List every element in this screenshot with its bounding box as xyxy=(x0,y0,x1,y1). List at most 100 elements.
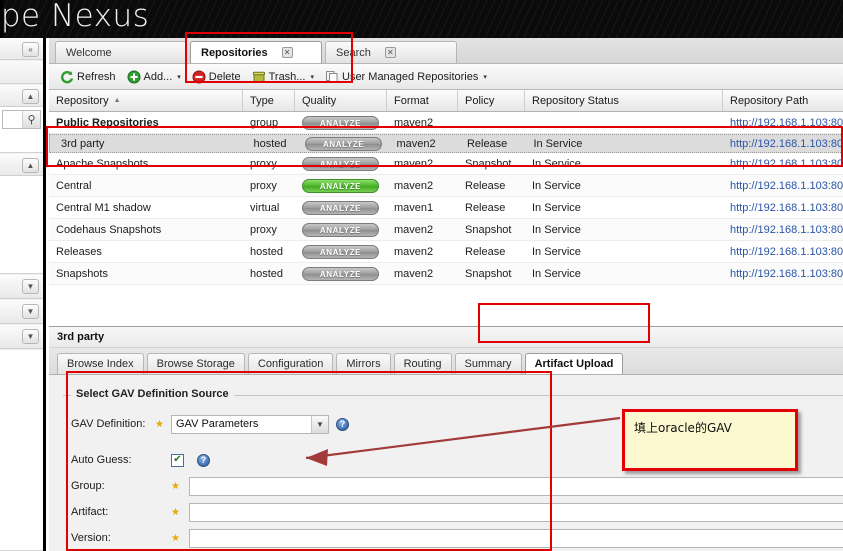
table-row[interactable]: 3rd party hosted ANALYZE maven2 Release In Se… xyxy=(49,134,843,153)
sidebar-panel-five-body xyxy=(0,350,43,551)
cell-status: In Service xyxy=(532,223,581,236)
cell-policy: Release xyxy=(465,201,506,214)
column-header-repository[interactable]: Repository ▲ xyxy=(49,90,243,111)
sidebar-panel-five[interactable]: ▼ xyxy=(0,325,43,349)
subtab-label: Browse Storage xyxy=(156,358,235,370)
left-sidebar: « ▲ ⚲ ▲ ▼ ▼ ▼ xyxy=(0,38,46,551)
cell-status: In Service xyxy=(532,201,581,214)
cell-format: maven2 xyxy=(394,116,434,129)
subtab-label: Summary xyxy=(464,358,512,370)
analyze-button[interactable]: ANALYZE xyxy=(302,244,379,259)
subtab-browse-storage[interactable]: Browse Storage xyxy=(146,353,245,374)
table-row[interactable]: Apache Snapshots proxy ANALYZE maven2 Snapsh… xyxy=(49,153,843,175)
analyze-button[interactable]: ANALYZE xyxy=(302,266,379,281)
table-row[interactable]: Central M1 shadow virtual ANALYZE maven1 Rel… xyxy=(49,197,843,219)
table-row[interactable]: Releases hosted ANALYZE maven2 Release In Ser… xyxy=(49,241,843,263)
table-row[interactable]: Codehaus Snapshots proxy ANALYZE maven2 Snap… xyxy=(49,219,843,241)
cell-format: maven2 xyxy=(394,179,434,192)
sidebar-panel-three-toggle-icon[interactable]: ▼ xyxy=(22,279,39,294)
cell-policy: Snapshot xyxy=(465,157,512,170)
column-header-repository-status[interactable]: Repository Status xyxy=(525,90,723,111)
close-icon[interactable]: ✕ xyxy=(281,47,293,58)
sidebar-panel-three[interactable]: ▼ xyxy=(0,275,43,299)
version-input[interactable] xyxy=(189,528,843,548)
tab-welcome[interactable]: Welcome xyxy=(55,41,187,63)
cell-path[interactable]: http://192.168.1.103:808 xyxy=(723,268,843,280)
cell-format: maven2 xyxy=(394,223,434,236)
sidebar-panel-browse-toggle-icon[interactable]: ▲ xyxy=(22,158,39,173)
fieldset-legend: Select GAV Definition Source xyxy=(71,388,234,400)
cell-path[interactable]: http://192.168.1.103:808 xyxy=(723,246,843,258)
cell-status: In Service xyxy=(532,245,581,258)
analyze-button[interactable]: ANALYZE xyxy=(302,115,379,130)
delete-button[interactable]: Delete xyxy=(188,68,245,86)
version-label: Version: xyxy=(71,532,111,544)
search-input[interactable]: ⚲ xyxy=(2,110,41,129)
sort-asc-icon: ▲ xyxy=(113,97,121,104)
subtab-routing[interactable]: Routing xyxy=(393,353,452,374)
cell-path[interactable]: http://192.168.1.103:808 xyxy=(723,180,843,192)
cell-path[interactable]: http://192.168.1.103:808 xyxy=(723,202,843,214)
cell-path[interactable]: http://192.168.1.103:808 xyxy=(723,158,843,170)
grid-toolbar: Refresh Add... ▾ Delete Trash... ▾ User … xyxy=(49,64,843,90)
auto-guess-checkbox[interactable]: ✔ xyxy=(171,453,184,467)
chevron-down-icon[interactable]: ▼ xyxy=(311,415,328,433)
search-icon[interactable]: ⚲ xyxy=(22,111,40,128)
analyze-button[interactable]: ANALYZE xyxy=(305,136,383,151)
chevron-down-icon[interactable]: ▾ xyxy=(310,73,314,81)
gav-definition-label: GAV Definition: xyxy=(71,418,146,430)
tab-search[interactable]: Search ✕ xyxy=(325,41,457,63)
subtab-configuration[interactable]: Configuration xyxy=(247,353,334,374)
analyze-button[interactable]: ANALYZE xyxy=(302,178,379,193)
repository-filter-button[interactable]: User Managed Repositories ▾ xyxy=(321,68,491,86)
refresh-button[interactable]: Refresh xyxy=(56,68,120,86)
tab-strip: Welcome Repositories ✕ Search ✕ xyxy=(49,38,843,64)
help-icon[interactable]: ? xyxy=(336,417,349,431)
analyze-button[interactable]: ANALYZE xyxy=(302,222,379,237)
column-header-format[interactable]: Format xyxy=(387,90,458,111)
table-row[interactable]: Public Repositories group ANALYZE maven2 htt… xyxy=(49,112,843,134)
sidebar-panel-collapse[interactable]: « xyxy=(0,38,43,60)
close-icon[interactable]: ✕ xyxy=(384,47,396,58)
sidebar-panel-search-toggle-icon[interactable]: ▲ xyxy=(22,89,39,104)
tab-repositories[interactable]: Repositories ✕ xyxy=(190,41,322,63)
chevron-down-icon[interactable]: ▾ xyxy=(177,73,181,81)
collapse-sidebar-icon[interactable]: « xyxy=(22,42,39,57)
subtab-artifact-upload[interactable]: Artifact Upload xyxy=(524,353,624,374)
required-star-icon: ★ xyxy=(155,418,164,430)
repository-grid: Repository ▲ Type Quality Format Policy … xyxy=(49,90,843,326)
column-header-repository-path[interactable]: Repository Path xyxy=(723,90,843,111)
sidebar-panel-four[interactable]: ▼ xyxy=(0,300,43,324)
cell-status: In Service xyxy=(533,137,583,150)
cell-type: group xyxy=(250,116,279,129)
subtab-browse-index[interactable]: Browse Index xyxy=(57,353,144,374)
gav-definition-select[interactable]: GAV Parameters ▼ xyxy=(171,414,329,434)
column-header-type[interactable]: Type xyxy=(243,90,295,111)
table-row[interactable]: Snapshots hosted ANALYZE maven2 Snapshot In S… xyxy=(49,263,843,285)
sidebar-panel-browse-header[interactable]: ▲ xyxy=(0,154,43,176)
sidebar-panel-five-toggle-icon[interactable]: ▼ xyxy=(22,329,39,344)
cell-repository: Public Repositories xyxy=(56,116,159,129)
trash-button[interactable]: Trash... ▾ xyxy=(248,68,318,86)
sidebar-panel-search-body: ⚲ xyxy=(0,107,43,153)
add-icon xyxy=(127,70,141,84)
required-star-icon: ★ xyxy=(171,532,180,544)
analyze-button[interactable]: ANALYZE xyxy=(302,156,379,171)
subtab-summary[interactable]: Summary xyxy=(454,353,522,374)
column-header-quality[interactable]: Quality xyxy=(295,90,387,111)
sidebar-panel-search-header[interactable]: ▲ xyxy=(0,85,43,107)
group-input[interactable] xyxy=(189,476,843,496)
cell-path[interactable]: http://192.168.1.103:808 xyxy=(723,224,843,236)
artifact-input[interactable] xyxy=(189,502,843,522)
cell-path[interactable]: http://192.168.1.103:808 xyxy=(723,117,843,129)
help-icon[interactable]: ? xyxy=(197,453,210,467)
table-row[interactable]: Central proxy ANALYZE maven2 Release In Servi… xyxy=(49,175,843,197)
analyze-button[interactable]: ANALYZE xyxy=(302,200,379,215)
cell-path[interactable]: http://192.168.1.103:808 xyxy=(723,138,842,150)
subtab-mirrors[interactable]: Mirrors xyxy=(336,353,391,374)
sidebar-panel-four-toggle-icon[interactable]: ▼ xyxy=(22,304,39,319)
chevron-down-icon[interactable]: ▾ xyxy=(483,73,487,81)
group-label: Group: xyxy=(71,480,105,492)
column-header-policy[interactable]: Policy xyxy=(458,90,525,111)
add-button[interactable]: Add... ▾ xyxy=(123,68,185,86)
